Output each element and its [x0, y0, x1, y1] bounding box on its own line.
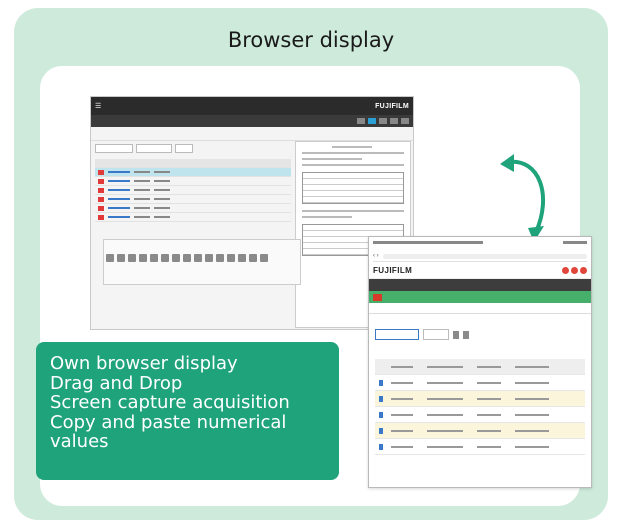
table-header-row: [95, 159, 291, 168]
table-row: [95, 168, 291, 177]
feature-line: values: [50, 431, 109, 452]
feature-line: Drag and Drop: [50, 372, 183, 394]
feature-line: Screen capture acquisition: [50, 392, 290, 413]
browser-app-header: FUJIFILM: [369, 262, 591, 279]
browser-screenshot: ‹ › FUJIFILM: [368, 236, 592, 488]
browser-record-table: [375, 359, 585, 455]
card-title: Browser display: [227, 28, 395, 52]
table-row: [375, 375, 585, 391]
browser-app-bar: [369, 291, 591, 303]
table-row: [95, 177, 291, 186]
table-row: [375, 439, 585, 455]
workspace-screenshot: ☰ FUJIFILM: [90, 96, 414, 330]
feature-caption-box: Own browser display Drag and Drop Screen…: [36, 342, 339, 480]
table-header-row: [375, 359, 585, 375]
table-row: [375, 407, 585, 423]
feature-line: Own browser display: [50, 353, 238, 374]
workspace-menu-icon: ☰: [95, 103, 102, 110]
workspace-brand-logo: FUJIFILM: [375, 102, 409, 110]
browser-titlebar: [369, 237, 591, 251]
browser-menu-bar: [369, 279, 591, 291]
table-row: [95, 186, 291, 195]
browser-brand-logo: FUJIFILM: [373, 265, 413, 275]
workspace-toolbar: [91, 115, 413, 127]
feature-line: Copy and paste numerical: [50, 411, 287, 433]
browser-breadcrumb: [369, 303, 591, 314]
curved-double-arrow-icon: [500, 154, 546, 242]
tool-palette: [103, 239, 301, 285]
table-row: [95, 213, 291, 222]
workspace-file-table: [95, 159, 291, 222]
table-row: [375, 423, 585, 439]
workspace-titlebar: ☰ FUJIFILM: [91, 97, 413, 115]
table-row: [375, 391, 585, 407]
table-row: [95, 195, 291, 204]
workspace-breadcrumb: [91, 127, 413, 141]
table-row: [95, 204, 291, 213]
browser-address-bar: ‹ ›: [373, 251, 587, 262]
browser-view-controls: [375, 329, 469, 340]
